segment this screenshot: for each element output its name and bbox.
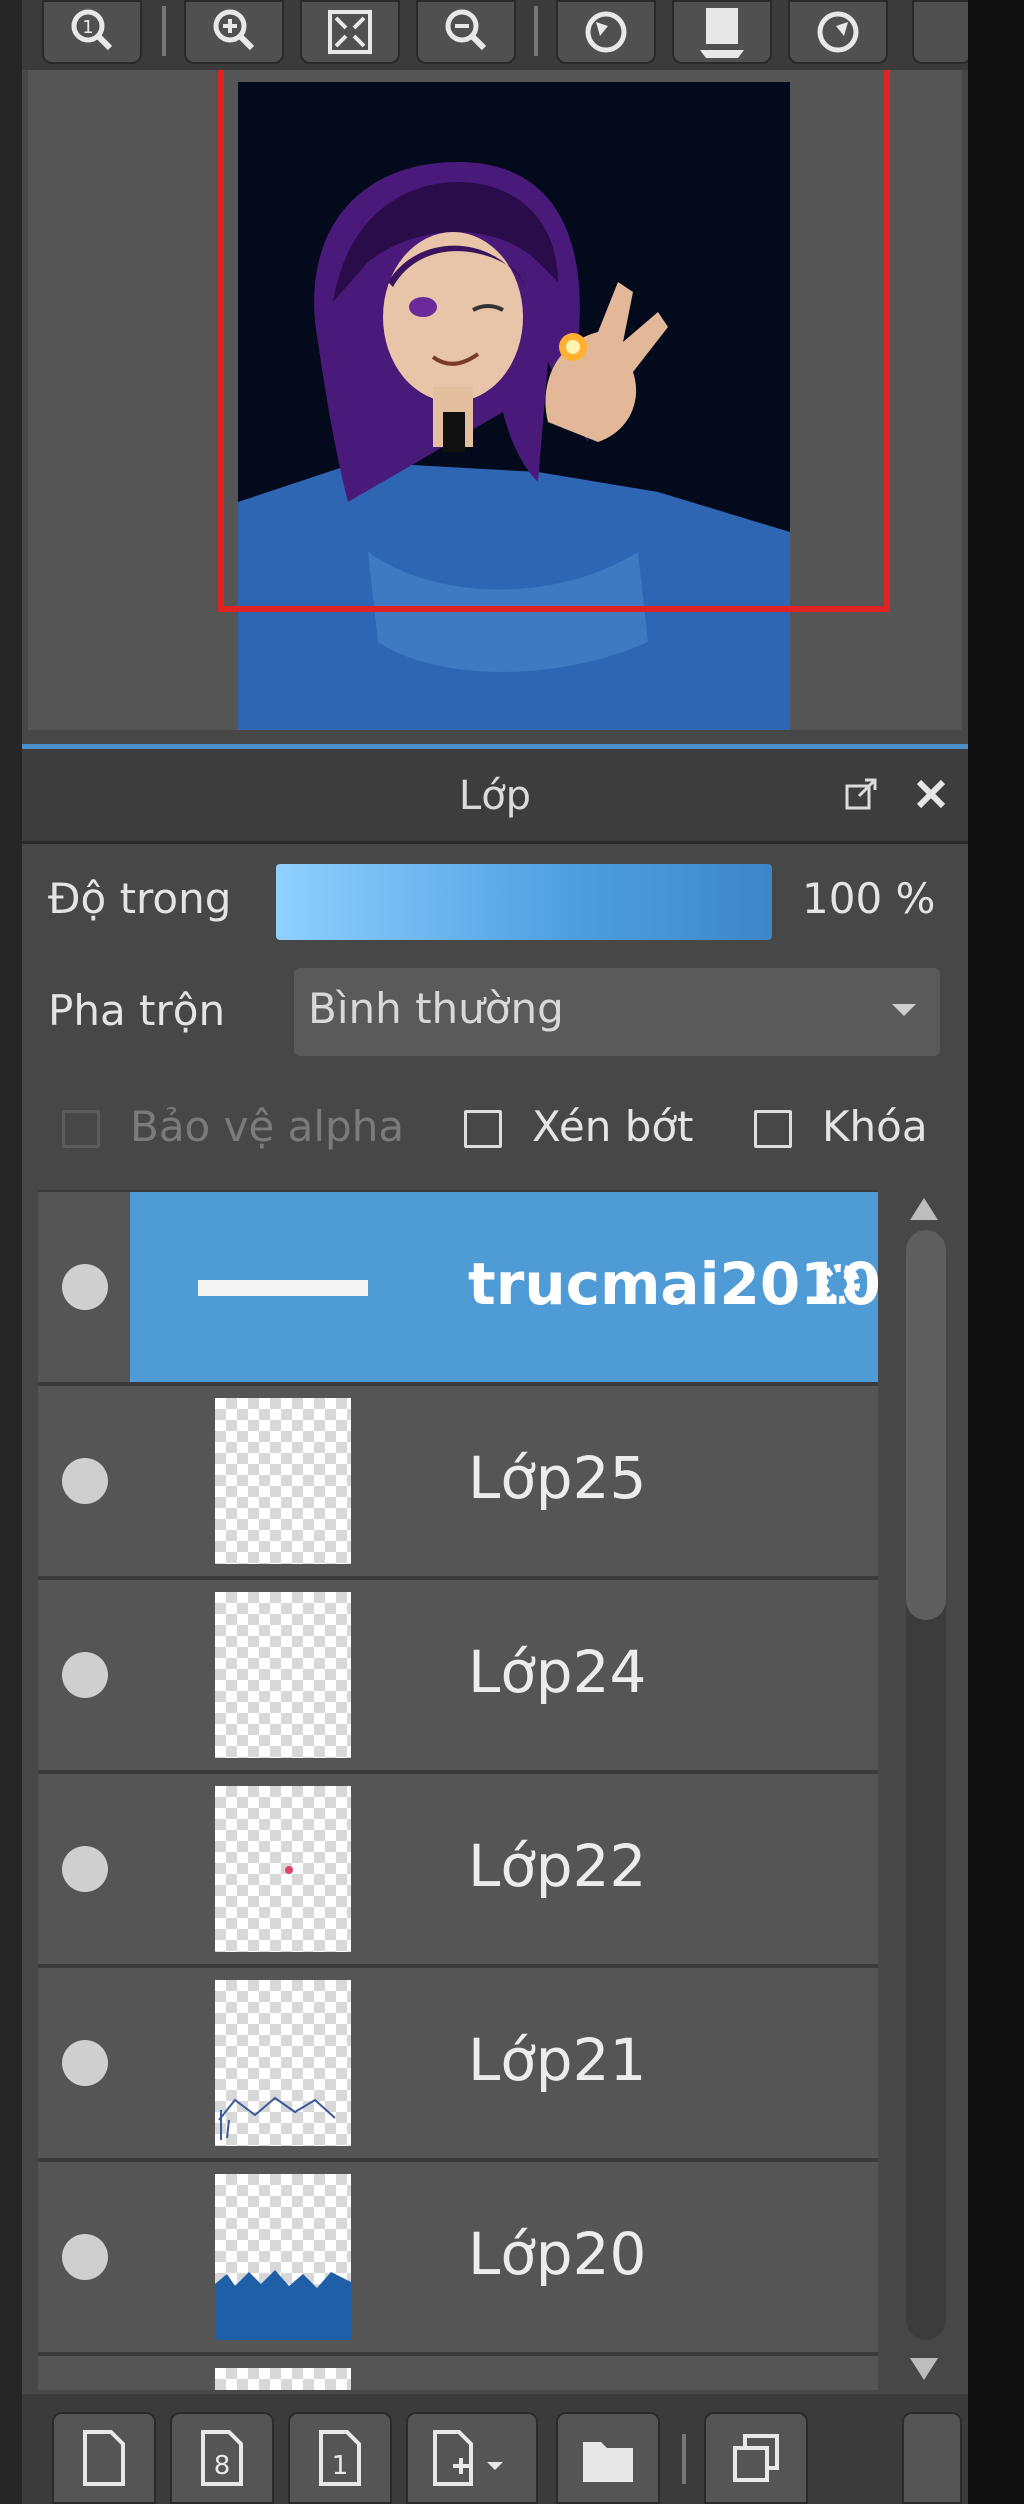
new-layer-icon[interactable] [52,2412,156,2504]
chevron-down-icon [892,1004,916,1016]
toolbar-more-button[interactable] [912,0,968,64]
panel-header: Lớp [22,749,968,844]
bottom-toolbar-more-button[interactable] [902,2412,962,2504]
layer-row[interactable]: Lớp24 [38,1580,878,1770]
layer-name: Lớp25 [468,1444,647,1512]
layer-name: Lớp24 [468,1638,647,1706]
lock-label: Khóa [822,1102,928,1151]
visibility-toggle[interactable] [62,1458,108,1504]
protect-alpha-label: Bảo vệ alpha [130,1102,405,1151]
layer-thumbnail [215,1592,351,1758]
navigator-preview[interactable] [28,70,962,730]
scroll-up-icon[interactable] [910,1198,938,1220]
layer-name: Lớp20 [468,2220,647,2288]
zoom-in-icon[interactable] [184,0,284,64]
flip-icon[interactable] [672,0,772,64]
layer-row[interactable] [38,2356,878,2390]
layer-thumbnail [215,2174,351,2340]
layer-name: Lớp22 [468,1832,647,1900]
fit-screen-icon[interactable] [300,0,400,64]
zoom-actual-icon[interactable]: 1 [42,0,142,64]
opacity-value: 100 % [802,874,936,923]
svg-text:1: 1 [332,2451,349,2481]
layer-bottom-toolbar: 8 1 [22,2394,968,2504]
rotate-right-icon[interactable] [788,0,888,64]
add-layer-menu-icon[interactable] [406,2412,538,2504]
scroll-down-icon[interactable] [910,2358,938,2380]
layer-row[interactable]: Lớp22 [38,1774,878,1964]
layer-name: Lớp21 [468,2026,647,2094]
lock-checkbox[interactable] [754,1110,792,1148]
clip-label: Xén bớt [532,1102,694,1151]
visibility-toggle[interactable] [62,1846,108,1892]
navigator-toolbar: 1 [22,0,968,70]
new-1bit-layer-icon[interactable]: 1 [288,2412,392,2504]
toolbar-separator [534,6,538,56]
folder-icon[interactable] [556,2412,660,2504]
close-icon[interactable] [908,771,954,817]
layer-thumbnail [215,1398,351,1564]
blend-label: Pha trộn [48,986,226,1035]
scrollbar-thumb[interactable] [906,1230,946,1620]
layer-row[interactable]: trucmai2010# [38,1192,878,1382]
layer-thumbnail [215,2368,351,2390]
protect-alpha-checkbox[interactable] [62,1110,100,1148]
panel-title: Lớp [458,773,532,819]
layer-list: trucmai2010# Lớp25 Lớp24 Lớp22 [38,1190,878,2390]
left-edge [0,0,22,2504]
layer-thumbnail [215,1786,351,1952]
layer-row[interactable]: Lớp25 [38,1386,878,1576]
clip-checkbox[interactable] [464,1110,502,1148]
visibility-toggle[interactable] [62,1652,108,1698]
visibility-toggle[interactable] [62,2234,108,2280]
svg-text:8: 8 [214,2451,231,2481]
toolbar-separator [682,2434,686,2484]
layer-thumbnail [215,1980,351,2146]
layer-panel: 1 Lớp Độ trong 100 % Pha trộn Bình thườn… [22,0,968,2504]
duplicate-layer-icon[interactable] [704,2412,808,2504]
layer-row[interactable]: Lớp20 [38,2162,878,2352]
toolbar-separator [162,6,166,56]
right-edge [968,0,1024,2504]
zoom-out-icon[interactable] [416,0,516,64]
opacity-label: Độ trong [48,874,232,923]
visibility-toggle[interactable] [62,1264,108,1310]
opacity-slider[interactable] [276,864,772,940]
view-rectangle[interactable] [218,70,890,612]
svg-text:1: 1 [82,17,93,38]
blend-mode-select[interactable]: Bình thường [294,968,940,1056]
layer-list-scrollbar[interactable] [890,1190,960,2390]
popout-icon[interactable] [838,771,884,817]
rotate-left-icon[interactable] [556,0,656,64]
blend-mode-value: Bình thường [308,984,564,1033]
visibility-cell [38,1192,130,1382]
new-8bit-layer-icon[interactable]: 8 [170,2412,274,2504]
layer-thumbnail [198,1280,368,1296]
gear-icon[interactable] [808,1252,872,1316]
visibility-toggle[interactable] [62,2040,108,2086]
layer-row[interactable]: Lớp21 [38,1968,878,2158]
